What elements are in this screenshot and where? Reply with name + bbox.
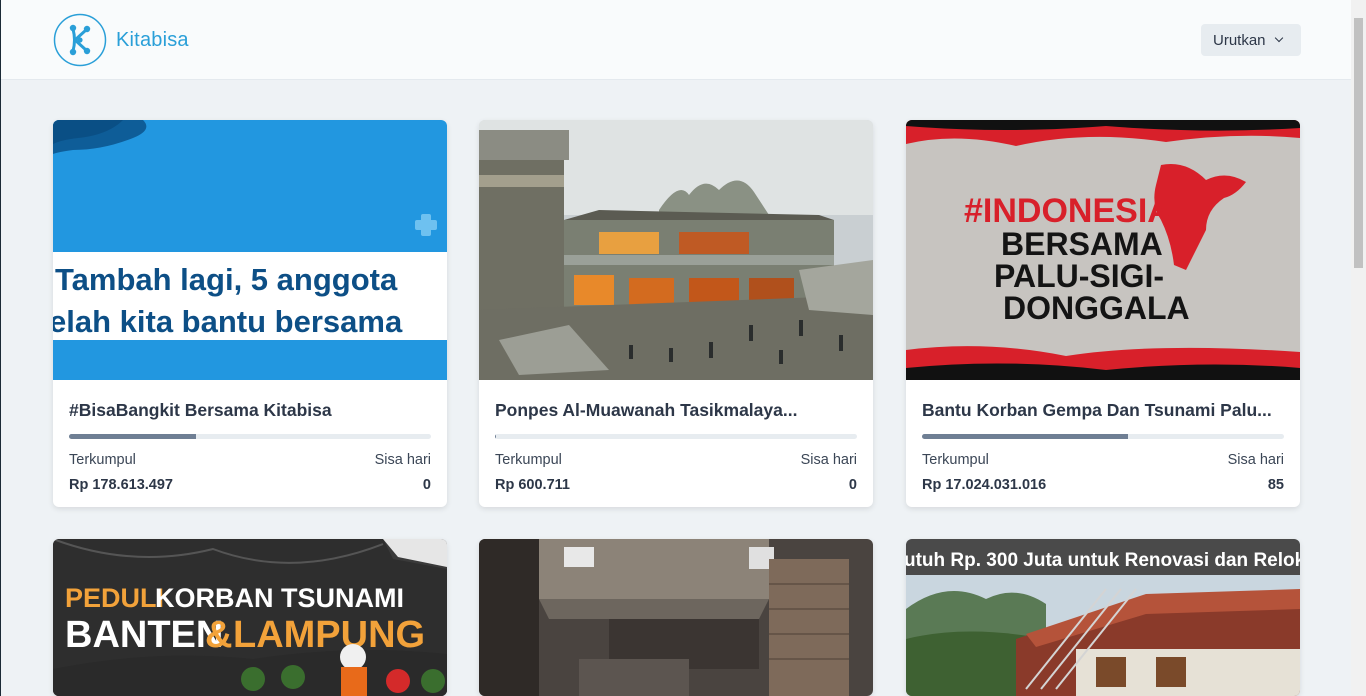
days-left-value: 85 — [1267, 477, 1284, 493]
campaign-image: utuh Rp. 300 Juta untuk Renovasi dan Rel… — [906, 539, 1300, 696]
campaign-title[interactable]: Bantu Korban Gempa Dan Tsunami Palu... — [922, 400, 1284, 421]
progress-bar — [922, 434, 1284, 439]
campaign-image-text: PEDULI — [65, 583, 164, 613]
collected-amount: Rp 600.711 — [495, 477, 570, 493]
collected-label: Terkumpul — [922, 452, 989, 468]
collected-amount: Rp 178.613.497 — [69, 477, 173, 493]
campaign-image-text: DONGGALA — [1003, 290, 1190, 326]
campaign-image-text: BANTEN — [65, 614, 223, 656]
brand-logo[interactable]: Kitabisa — [53, 13, 189, 67]
campaign-image — [479, 539, 873, 696]
campaign-image: PEDULI KORBAN TSUNAMI BANTEN & LAMPUNG — [53, 539, 447, 696]
progress-bar — [495, 434, 857, 439]
campaign-image-text: elah kita bantu bersama — [53, 304, 403, 339]
sort-label: Urutkan — [1213, 31, 1266, 49]
campaign-image-text: BERSAMA — [1001, 226, 1163, 262]
campaign-card[interactable]: utuh Rp. 300 Juta untuk Renovasi dan Rel… — [906, 539, 1300, 696]
campaign-image-text: utuh Rp. 300 Juta untuk Renovasi dan Rel… — [906, 550, 1300, 571]
collected-amount: Rp 17.024.031.016 — [922, 477, 1047, 493]
days-left-label: Sisa hari — [374, 452, 431, 468]
campaign-card[interactable]: PEDULI KORBAN TSUNAMI BANTEN & LAMPUNG — [53, 539, 447, 696]
brand-name: Kitabisa — [116, 28, 189, 51]
campaign-image-text: KORBAN TSUNAMI — [155, 583, 404, 613]
campaign-image-text: LAMPUNG — [233, 614, 425, 656]
campaign-image: #INDONESIA BERSAMA PALU-SIGI- DONGGALA — [906, 120, 1300, 380]
days-left-label: Sisa hari — [1227, 452, 1284, 468]
kitabisa-logo-icon — [53, 13, 107, 67]
campaign-image-text: #INDONESIA — [964, 192, 1172, 230]
sort-dropdown[interactable]: Urutkan — [1201, 24, 1301, 56]
progress-fill — [495, 434, 497, 439]
campaign-image-text: Tambah lagi, 5 anggota — [55, 262, 398, 297]
campaign-image-text: PALU-SIGI- — [994, 258, 1164, 294]
campaign-image — [479, 120, 873, 380]
collected-label: Terkumpul — [69, 452, 136, 468]
progress-fill — [922, 434, 1129, 439]
campaign-image-text: & — [205, 614, 232, 656]
top-navbar: Kitabisa Urutkan — [1, 0, 1351, 80]
progress-bar — [69, 434, 431, 439]
campaign-image: Tambah lagi, 5 anggota elah kita bantu b… — [53, 120, 447, 380]
progress-fill — [69, 434, 196, 439]
days-left-value: 0 — [848, 477, 857, 493]
collected-label: Terkumpul — [495, 452, 562, 468]
campaign-card[interactable]: Ponpes Al-Muawanah Tasikmalaya... Terkum… — [479, 120, 873, 507]
chevron-down-icon — [1274, 33, 1283, 43]
days-left-label: Sisa hari — [800, 452, 857, 468]
days-left-value: 0 — [422, 477, 431, 493]
campaign-card[interactable] — [479, 539, 873, 696]
window-edge — [0, 0, 1, 696]
campaign-card[interactable]: #INDONESIA BERSAMA PALU-SIGI- DONGGALA B… — [906, 120, 1300, 507]
scrollbar-thumb[interactable] — [1354, 18, 1363, 268]
campaign-card[interactable]: Tambah lagi, 5 anggota elah kita bantu b… — [53, 120, 447, 507]
campaign-title[interactable]: Ponpes Al-Muawanah Tasikmalaya... — [495, 400, 857, 421]
campaign-title[interactable]: #BisaBangkit Bersama Kitabisa — [69, 400, 431, 421]
